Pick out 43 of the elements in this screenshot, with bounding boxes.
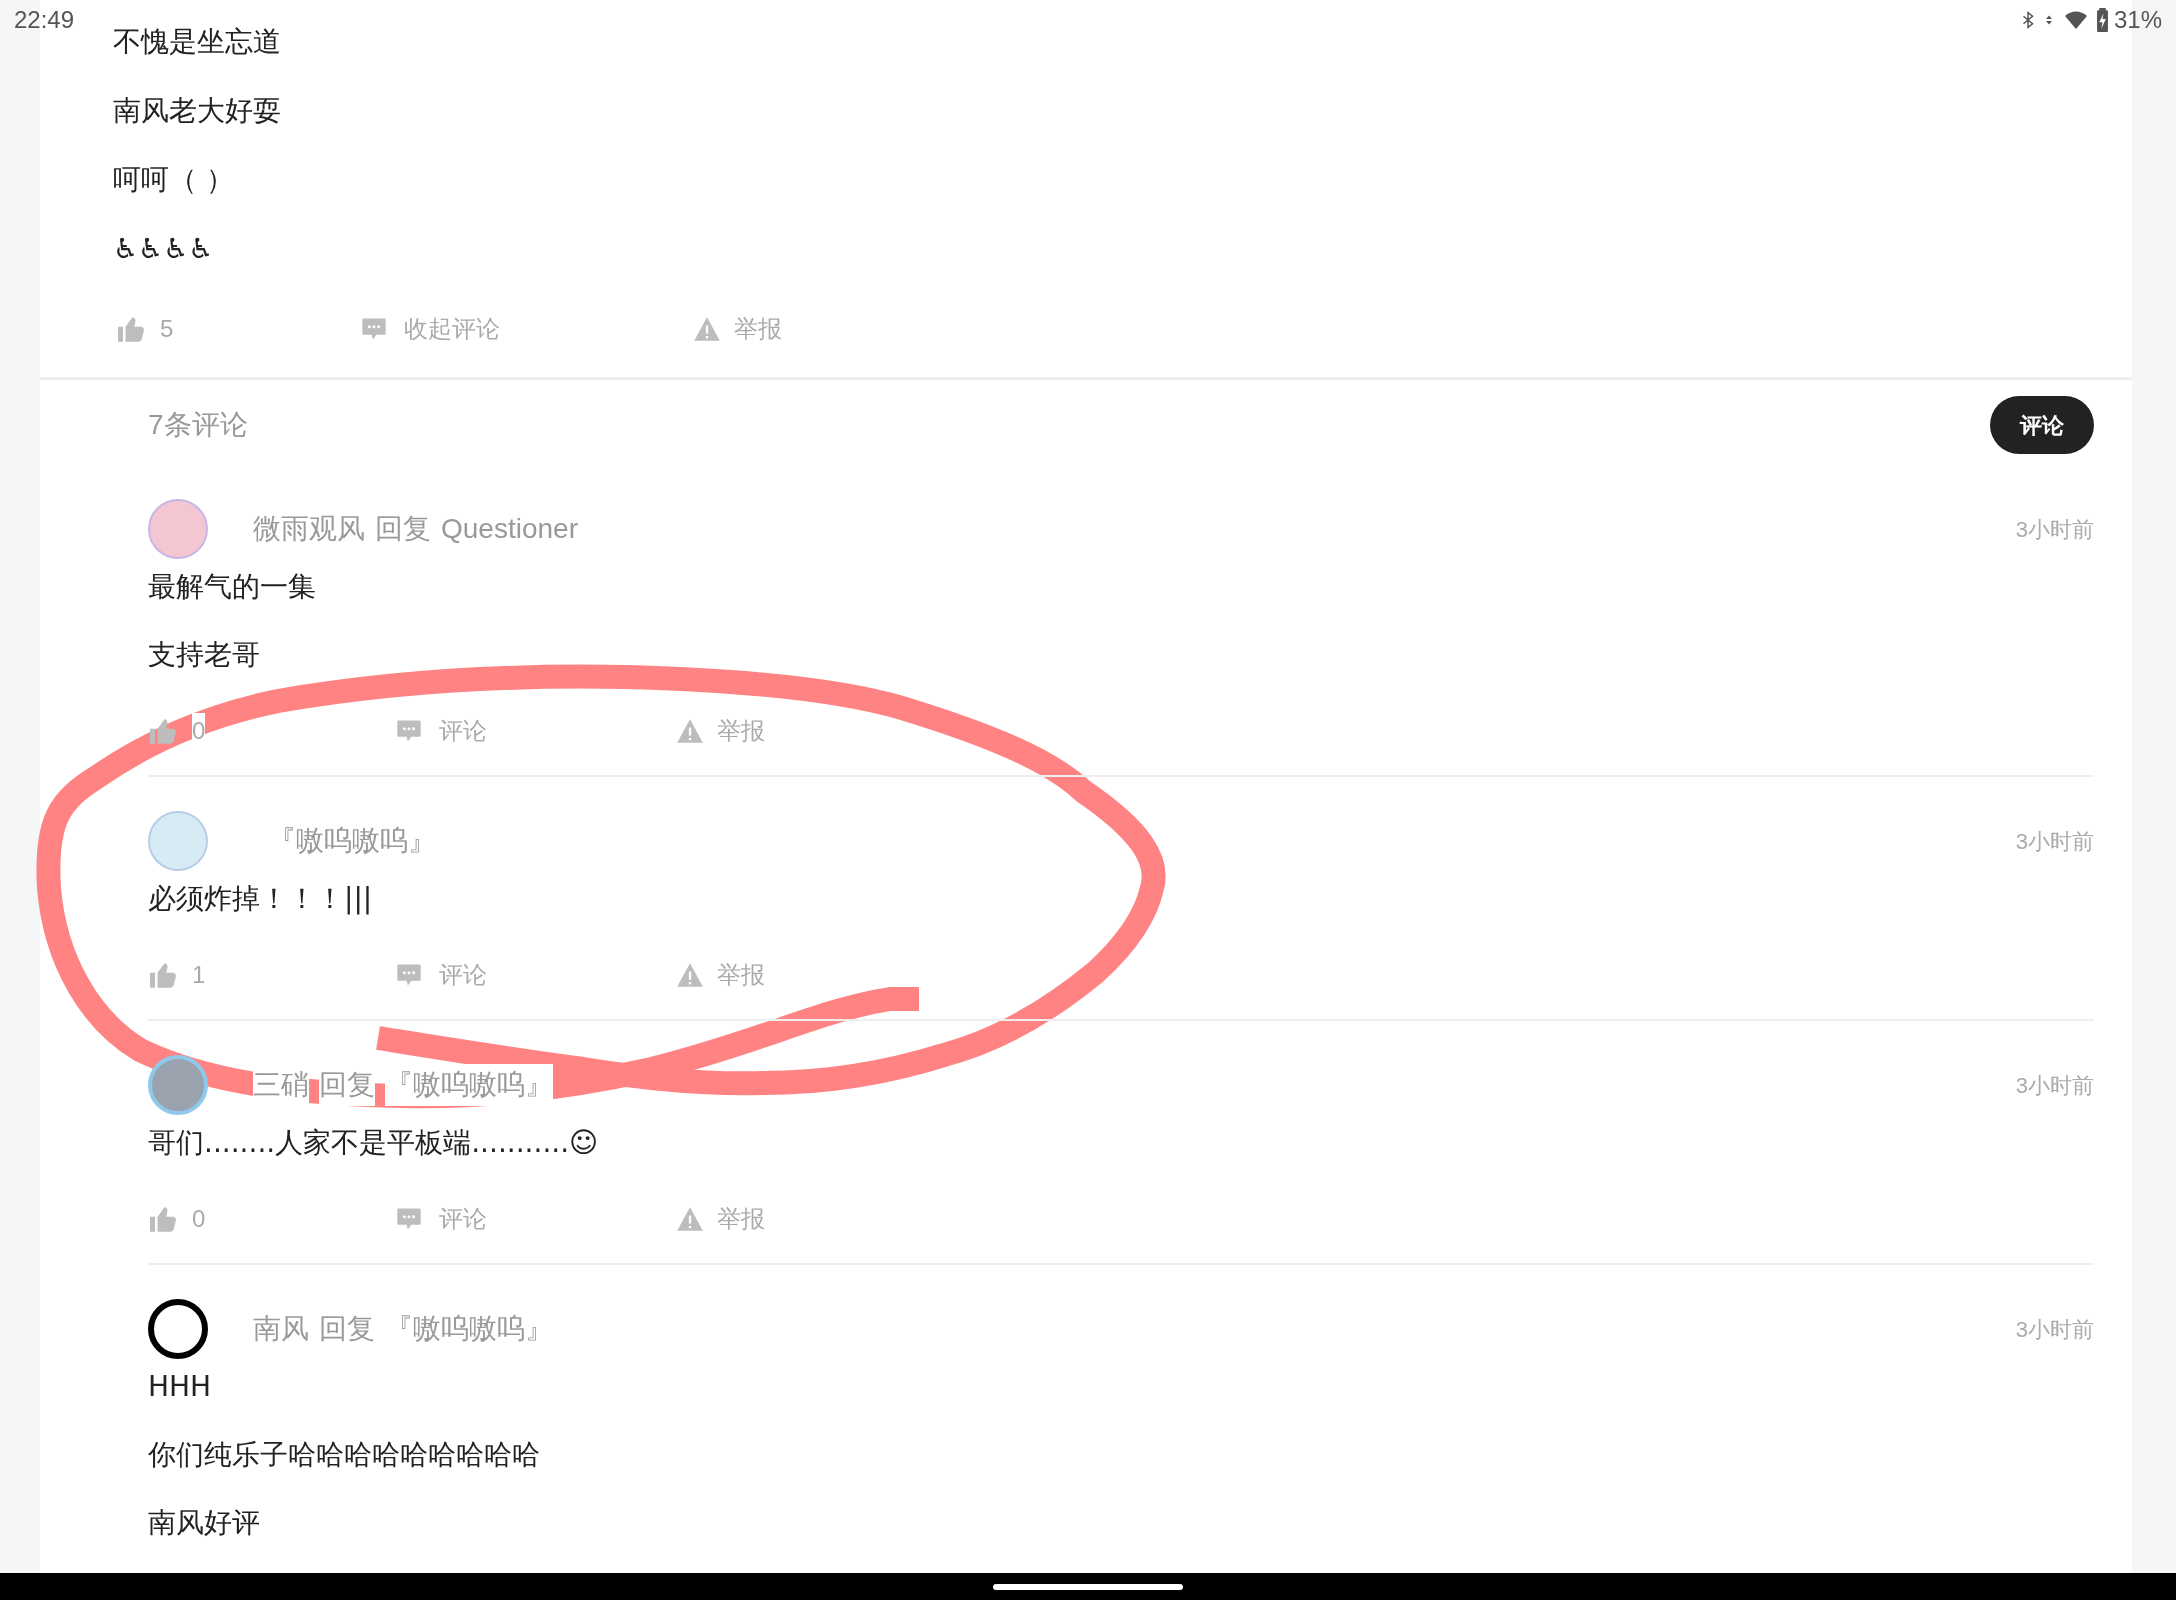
status-time: 22:49 (14, 5, 75, 35)
comment-button[interactable]: 评论 (395, 713, 675, 749)
battery-percentage: 31% (2113, 5, 2162, 35)
comment-text: 哥们........人家不是平板端...........☺ (148, 1125, 599, 1161)
comment-time: 3小时前 (2015, 1071, 2094, 1100)
comment-text: HHH (148, 1369, 212, 1405)
comment-button[interactable]: 收起评论 (360, 311, 692, 347)
username[interactable]: 『嗷呜嗷呜』 (385, 1064, 553, 1106)
comment-button[interactable]: 评论 (395, 957, 675, 993)
like-button[interactable]: 5 (118, 311, 360, 347)
thumbs-up-icon (118, 316, 144, 342)
comment-text: 你们纯乐子哈哈哈哈哈哈哈哈哈 (148, 1437, 540, 1473)
post-text: 不愧是坐忘道 (113, 24, 282, 60)
like-button[interactable]: 1 (150, 957, 395, 993)
post-text: 南风老大好耍 (113, 93, 282, 129)
comment-text: 支持老哥 (148, 637, 260, 673)
thumbs-up-icon (150, 962, 176, 988)
warning-icon (675, 717, 705, 745)
report-button[interactable]: 举报 (675, 957, 765, 993)
comment-text: 最解气的一集 (148, 569, 316, 605)
warning-icon (675, 961, 705, 989)
thumbs-up-icon (150, 718, 176, 744)
like-button[interactable]: 0 (150, 713, 395, 749)
comment-button[interactable]: 评论 (1990, 396, 2094, 454)
comment-button[interactable]: 评论 (395, 1201, 675, 1237)
comment-text: 南风好评 (148, 1505, 260, 1541)
comment-time: 3小时前 (2015, 515, 2094, 544)
comment-time: 3小时前 (2015, 1315, 2094, 1344)
comment-time: 3小时前 (2015, 827, 2094, 856)
comment-text: 必须炸掉！！！||| (148, 881, 373, 917)
comment-count: 7条评论 (148, 408, 248, 442)
warning-icon (692, 315, 722, 343)
post-text: ♿♿♿♿ (113, 231, 215, 267)
avatar[interactable] (148, 1299, 208, 1359)
like-button[interactable]: 0 (150, 1201, 395, 1237)
post-text: 呵呵（ ） (113, 162, 235, 198)
home-indicator[interactable] (993, 1583, 1183, 1590)
report-button[interactable]: 举报 (675, 713, 765, 749)
report-button[interactable]: 举报 (692, 311, 782, 347)
warning-icon (675, 1205, 705, 1233)
battery-charging-icon (2096, 8, 2108, 32)
report-button[interactable]: 举报 (675, 1201, 765, 1237)
thumbs-up-icon (150, 1206, 176, 1232)
